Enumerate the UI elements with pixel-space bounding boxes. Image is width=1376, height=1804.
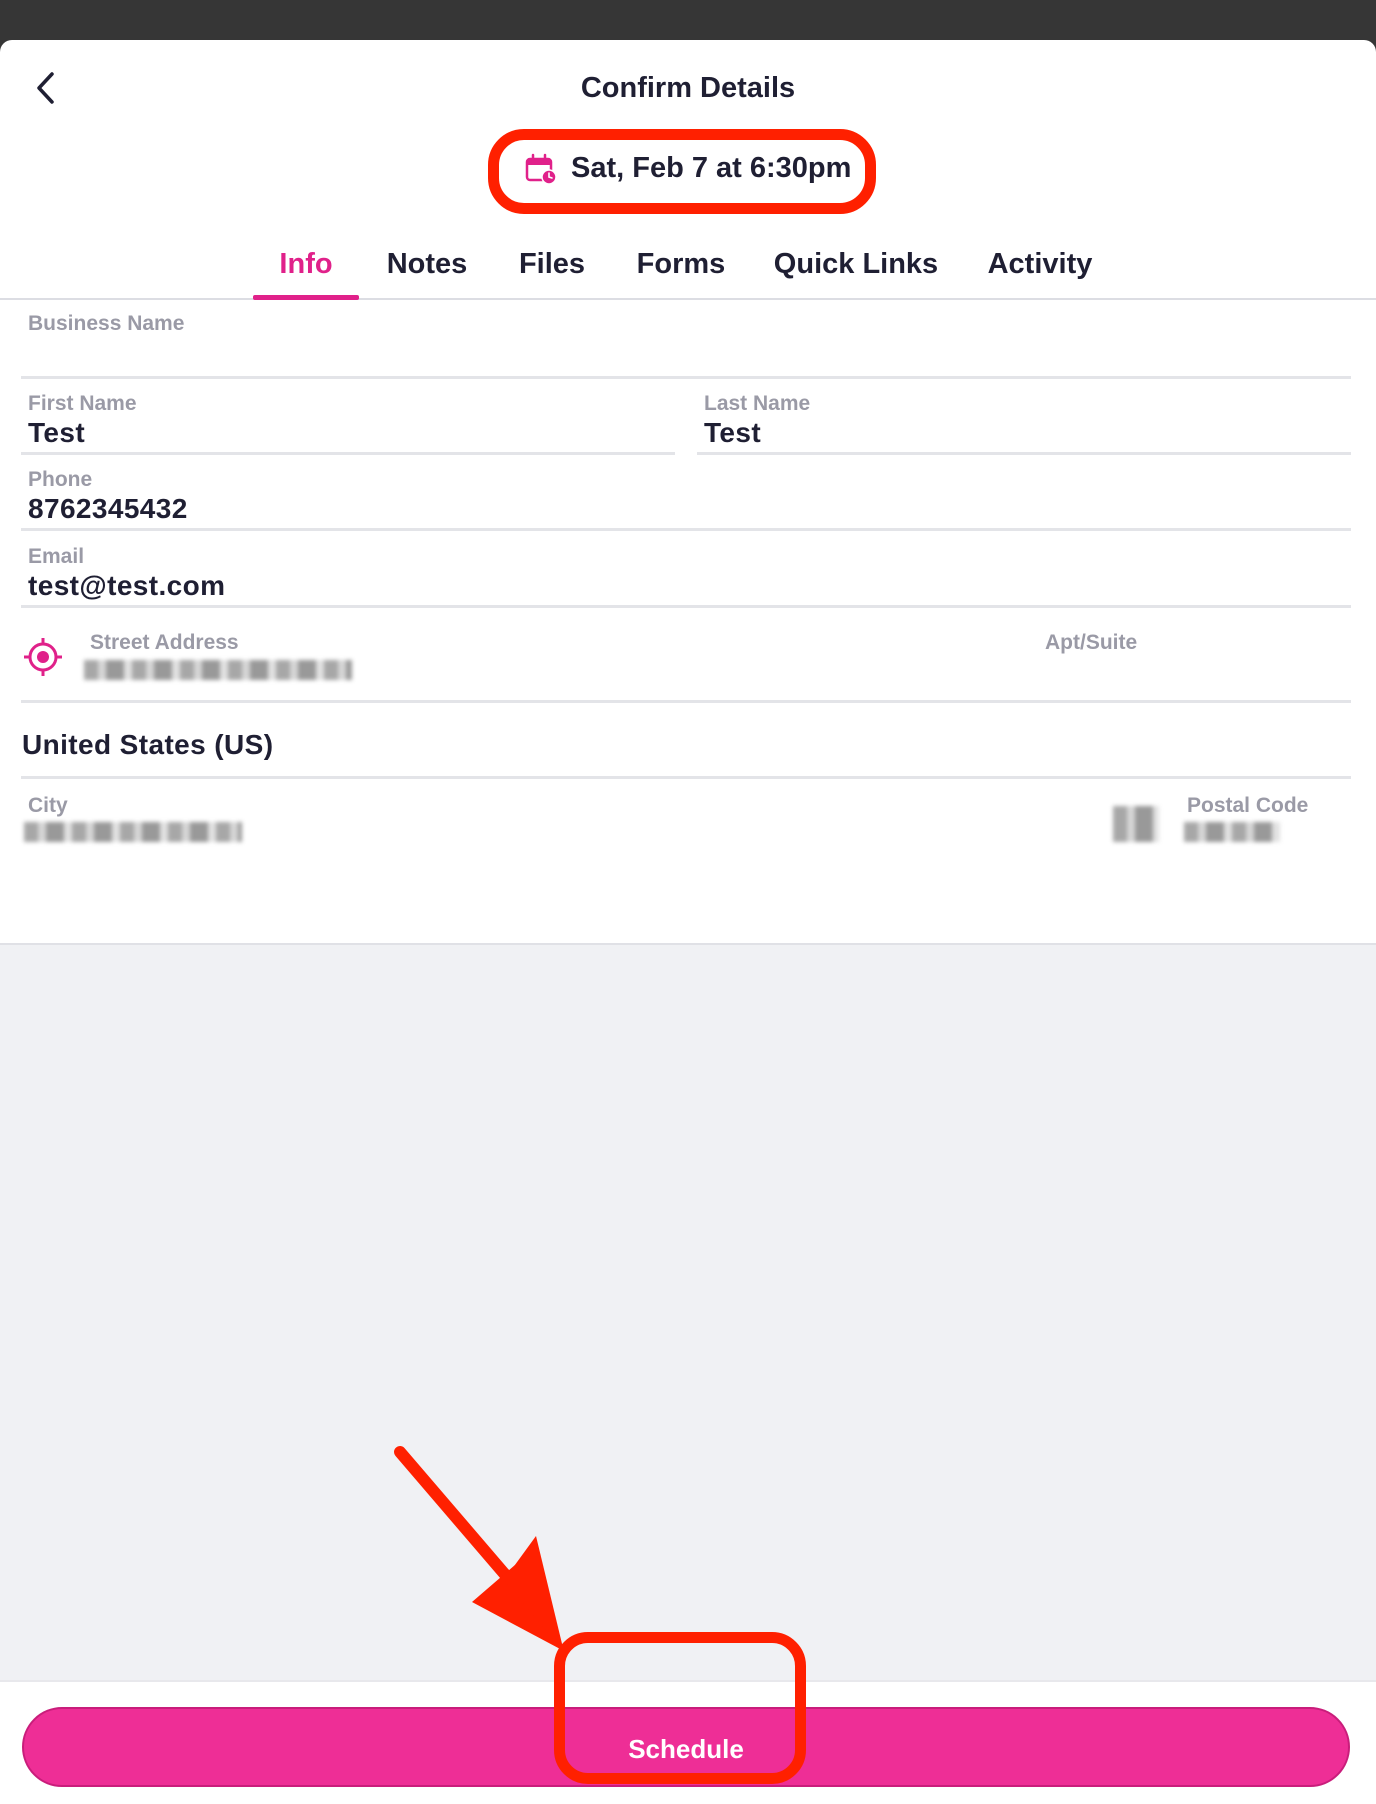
last-name-value: Test (704, 417, 762, 448)
business-name-field[interactable]: Business Name (21, 300, 1351, 379)
city-redacted[interactable] (24, 822, 242, 842)
business-name-label: Business Name (28, 312, 185, 335)
confirm-details-sheet: Confirm Details Sat, Feb 7 at 6:30pm Inf… (0, 40, 1376, 1804)
country-select[interactable]: United States (US) (21, 704, 1351, 779)
first-name-value: Test (28, 417, 86, 448)
email-value: test@test.com (28, 570, 226, 601)
postal-code-label: Postal Code (1187, 794, 1309, 817)
info-form: Business Name First Name Test Last Name … (0, 300, 1376, 943)
address-row: Street Address Apt/Suite (21, 610, 1351, 703)
postal-code-redacted[interactable] (1184, 822, 1280, 842)
first-name-field[interactable]: First Name Test (21, 380, 675, 455)
tab-notes[interactable]: Notes (375, 230, 479, 298)
date-highlight-annotation (488, 129, 876, 214)
phone-value: 8762345432 (28, 493, 188, 524)
first-name-label: First Name (28, 392, 137, 415)
country-value: United States (US) (22, 729, 274, 760)
tab-info[interactable]: Info (253, 230, 359, 300)
arrow-annotation-icon (394, 1446, 564, 1652)
last-name-label: Last Name (704, 392, 811, 415)
location-target-icon[interactable] (23, 637, 63, 677)
state-redacted[interactable] (1113, 806, 1159, 842)
last-name-field[interactable]: Last Name Test (697, 380, 1351, 455)
tab-files[interactable]: Files (512, 230, 592, 298)
apt-suite-label: Apt/Suite (1045, 631, 1138, 654)
tab-forms[interactable]: Forms (627, 230, 735, 298)
page-title: Confirm Details (580, 72, 796, 104)
empty-content-area (0, 943, 1376, 1682)
email-label: Email (28, 545, 85, 568)
street-address-label: Street Address (90, 631, 239, 654)
email-field[interactable]: Email test@test.com (21, 533, 1351, 608)
phone-label: Phone (28, 468, 93, 491)
phone-field[interactable]: Phone 8762345432 (21, 456, 1351, 531)
tab-quick-links[interactable]: Quick Links (770, 230, 942, 298)
city-label: City (28, 794, 68, 817)
city-postal-row: City Postal Code (21, 780, 1351, 860)
tab-activity[interactable]: Activity (980, 230, 1100, 298)
tab-bar: Info Notes Files Forms Quick Links Activ… (0, 230, 1376, 300)
street-address-redacted[interactable] (84, 660, 352, 680)
